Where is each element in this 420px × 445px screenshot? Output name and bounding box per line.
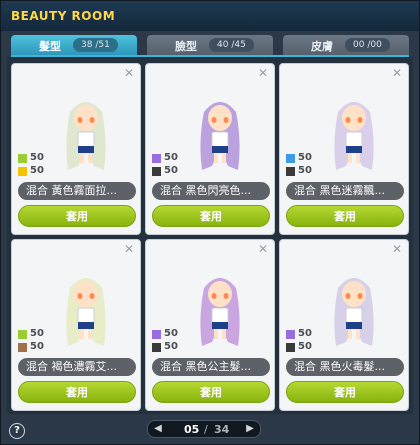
style-grid: ✕ 50 50 混合 黃色霧面拉... 套用 ✕ 50 50 混合 黑色閃亮色.… [7, 57, 413, 414]
hair-style-card[interactable]: ✕ 50 50 混合 黑色閃亮色... 套用 [145, 63, 275, 235]
pagination: ◀ 05 / 34 ▶ [147, 420, 261, 438]
tab-label: 髮型 [39, 40, 61, 53]
character-avatar [334, 102, 374, 170]
mix-ratio: 50 [298, 341, 312, 352]
mix-ratio: 50 [30, 165, 44, 176]
close-icon[interactable]: ✕ [258, 67, 268, 79]
current-page: 05 [184, 423, 200, 436]
mix-ratio: 50 [164, 341, 178, 352]
close-icon[interactable]: ✕ [258, 243, 268, 255]
category-tabs: 髮型 38 /51 臉型 40 /45 皮膚 00 /00 [11, 35, 409, 55]
hair-style-card[interactable]: ✕ 50 50 混合 褐色濃霧艾... 套用 [11, 239, 141, 411]
footer: ? ◀ 05 / 34 ▶ [1, 415, 419, 445]
tab-count: 00 /00 [345, 38, 390, 52]
style-name: 混合 褐色濃霧艾... [18, 358, 136, 376]
color-swatch [152, 154, 161, 163]
hair-style-card[interactable]: ✕ 50 50 混合 黑色火毒髮... 套用 [279, 239, 409, 411]
color-swatch [286, 167, 295, 176]
tab-label: 臉型 [175, 40, 197, 53]
prev-page-button[interactable]: ◀ [150, 421, 166, 437]
mix-ratio: 50 [298, 165, 312, 176]
tab-count: 40 /45 [209, 38, 254, 52]
mix-ratio: 50 [298, 152, 312, 163]
hair-style-card[interactable]: ✕ 50 50 混合 黑色迷霧飄... 套用 [279, 63, 409, 235]
next-page-button[interactable]: ▶ [242, 421, 258, 437]
color-swatch [18, 167, 27, 176]
mix-ratio: 50 [30, 152, 44, 163]
apply-button[interactable]: 套用 [18, 205, 136, 227]
page-separator: / [204, 423, 208, 436]
style-name: 混合 黃色霧面拉... [18, 182, 136, 200]
beauty-room-window: BEAUTY ROOM 髮型 38 /51 臉型 40 /45 皮膚 00 /0… [0, 0, 420, 445]
apply-button[interactable]: 套用 [286, 381, 404, 403]
tab-count: 38 /51 [73, 38, 118, 52]
hair-style-card[interactable]: ✕ 50 50 混合 黃色霧面拉... 套用 [11, 63, 141, 235]
style-name: 混合 黑色火毒髮... [286, 358, 404, 376]
apply-button[interactable]: 套用 [152, 381, 270, 403]
style-name: 混合 黑色迷霧飄... [286, 182, 404, 200]
character-avatar [66, 278, 106, 346]
color-swatch [152, 167, 161, 176]
apply-button[interactable]: 套用 [18, 381, 136, 403]
color-swatch [152, 330, 161, 339]
close-icon[interactable]: ✕ [392, 67, 402, 79]
color-swatch [152, 343, 161, 352]
total-pages: 34 [214, 423, 230, 436]
mix-ratio: 50 [30, 341, 44, 352]
apply-button[interactable]: 套用 [152, 205, 270, 227]
tab-face[interactable]: 臉型 40 /45 [147, 35, 273, 55]
hair-style-card[interactable]: ✕ 50 50 混合 黑色公主髮... 套用 [145, 239, 275, 411]
style-name: 混合 黑色閃亮色... [152, 182, 270, 200]
character-avatar [200, 102, 240, 170]
character-avatar [66, 102, 106, 170]
close-icon[interactable]: ✕ [124, 67, 134, 79]
style-name: 混合 黑色公主髮... [152, 358, 270, 376]
close-icon[interactable]: ✕ [124, 243, 134, 255]
apply-button[interactable]: 套用 [286, 205, 404, 227]
color-swatch [286, 330, 295, 339]
tab-label: 皮膚 [311, 40, 333, 53]
character-avatar [334, 278, 374, 346]
mix-ratio: 50 [164, 328, 178, 339]
title-bar[interactable]: BEAUTY ROOM [1, 1, 419, 31]
mix-ratio: 50 [30, 328, 44, 339]
character-avatar [200, 278, 240, 346]
tab-skin[interactable]: 皮膚 00 /00 [283, 35, 409, 55]
close-icon[interactable]: ✕ [392, 243, 402, 255]
mix-ratio: 50 [164, 152, 178, 163]
help-button[interactable]: ? [9, 423, 25, 439]
tab-hair[interactable]: 髮型 38 /51 [11, 35, 137, 55]
mix-ratio: 50 [298, 328, 312, 339]
color-swatch [18, 154, 27, 163]
color-swatch [286, 154, 295, 163]
color-swatch [18, 343, 27, 352]
window-title: BEAUTY ROOM [11, 9, 116, 23]
color-swatch [18, 330, 27, 339]
color-swatch [286, 343, 295, 352]
mix-ratio: 50 [164, 165, 178, 176]
